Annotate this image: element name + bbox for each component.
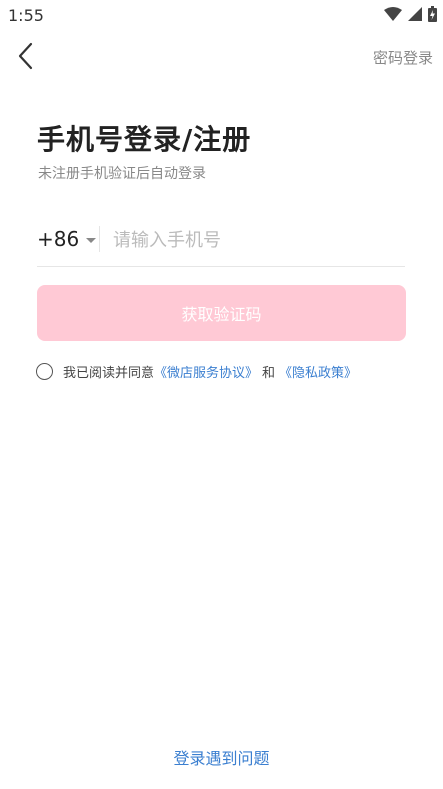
agreement-checkbox[interactable]	[36, 363, 53, 380]
service-agreement-link[interactable]: 《微店服务协议》	[154, 362, 258, 381]
cellular-signal-icon	[408, 7, 422, 21]
country-code-selector[interactable]: +86	[37, 227, 97, 251]
battery-charging-icon	[428, 6, 437, 22]
page-subtitle: 未注册手机验证后自动登录	[38, 166, 206, 182]
phone-input-row: +86	[37, 220, 405, 267]
country-code-label: +86	[37, 227, 80, 251]
agreement-row: 我已阅读并同意 《微店服务协议》 和 《隐私政策》	[36, 362, 357, 381]
status-bar: 1:55	[0, 0, 443, 30]
get-verification-code-button[interactable]: 获取验证码	[37, 285, 406, 341]
privacy-policy-link[interactable]: 《隐私政策》	[279, 362, 357, 381]
agreement-and: 和	[262, 366, 276, 381]
password-login-link[interactable]: 密码登录	[373, 47, 433, 68]
phone-number-input[interactable]	[111, 223, 405, 257]
chevron-left-icon	[17, 42, 33, 74]
divider	[99, 226, 100, 252]
status-time: 1:55	[8, 6, 44, 25]
caret-down-icon	[86, 237, 97, 243]
login-help-link[interactable]: 登录遇到问题	[0, 745, 443, 769]
agreement-prefix: 我已阅读并同意	[63, 366, 155, 381]
back-button[interactable]	[10, 42, 40, 74]
wifi-icon	[384, 7, 402, 21]
status-icons	[384, 6, 437, 22]
page-title: 手机号登录/注册	[37, 123, 252, 156]
